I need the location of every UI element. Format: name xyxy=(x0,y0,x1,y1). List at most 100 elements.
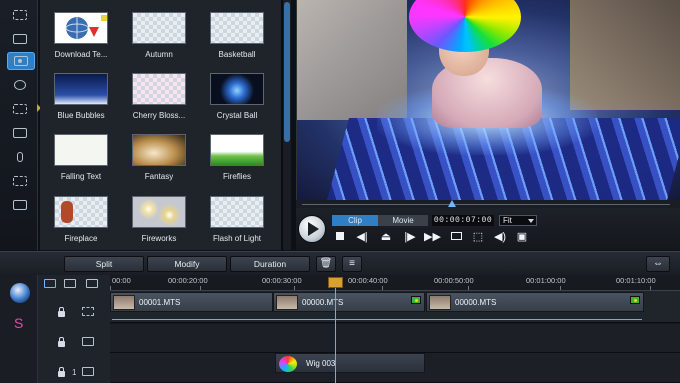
trim-icon: ⏏ xyxy=(380,231,392,243)
duration-button[interactable]: Duration xyxy=(230,256,310,272)
modify-button[interactable]: Modify xyxy=(147,256,227,272)
library-scrollbar[interactable] xyxy=(282,0,291,250)
library-item-label: Basketball xyxy=(218,50,256,59)
delete-button[interactable]: 🗑 xyxy=(316,256,336,272)
fast-forward-button[interactable]: ▶▶ xyxy=(424,231,441,244)
library-item-label: Fantasy xyxy=(144,172,174,181)
library-item-label: Falling Text xyxy=(60,172,102,181)
library-item[interactable]: Autumn xyxy=(128,12,190,59)
overlay-track-icon xyxy=(82,367,94,376)
library-item[interactable]: Cherry Bloss... xyxy=(128,73,190,120)
enlarge-icon: ⬚ xyxy=(472,231,484,243)
track-manager-icon[interactable] xyxy=(86,279,98,288)
effects-icon xyxy=(14,56,28,66)
s-curve-icon[interactable]: S xyxy=(14,315,23,331)
split-button[interactable]: Split xyxy=(64,256,144,272)
library-item-label: Crystal Ball xyxy=(216,111,258,120)
snapshot-button[interactable] xyxy=(448,231,464,244)
previous-frame-icon: ◀| xyxy=(356,231,368,243)
next-frame-button[interactable]: |▶ xyxy=(402,231,418,244)
library-item-label: Flash of Light xyxy=(212,234,262,243)
library-item[interactable]: Falling Text xyxy=(50,134,112,181)
ruler-label: 00:00:40:00 xyxy=(348,276,388,285)
brazil-flag-icon xyxy=(411,296,421,304)
video-clip[interactable]: 00001.MTS xyxy=(110,292,273,312)
clip-thumbnail xyxy=(429,295,451,310)
library-thumbnail xyxy=(54,196,108,228)
timeline-fit-button[interactable]: ⇔ xyxy=(646,256,670,272)
trim-button[interactable]: ⏏ xyxy=(376,231,396,244)
movie-mode-tab[interactable]: Movie xyxy=(378,215,428,226)
edit-list-button[interactable]: ≡ xyxy=(342,256,362,272)
clip-name: 00001.MTS xyxy=(139,298,181,307)
subtitle-tool-button[interactable] xyxy=(9,196,31,214)
effects-tool-button[interactable] xyxy=(7,52,35,70)
timeline-ruler[interactable]: 00:00 00:00:20:00 00:00:30:00 00:00:40:0… xyxy=(110,275,680,291)
next-frame-icon: |▶ xyxy=(404,231,416,243)
lock-icon[interactable] xyxy=(58,367,65,377)
zoom-select[interactable]: Fit xyxy=(499,215,537,226)
fx-tool-button[interactable] xyxy=(9,124,31,142)
volume-icon: ◀) xyxy=(493,231,507,243)
capture-tool-button[interactable] xyxy=(9,6,31,24)
lock-icon[interactable] xyxy=(58,307,65,317)
preview-scrubber[interactable] xyxy=(296,200,680,208)
library-item[interactable]: Basketball xyxy=(206,12,268,59)
playhead[interactable] xyxy=(335,277,336,383)
media-tool-button[interactable] xyxy=(9,30,31,48)
library-item-label: Download Te... xyxy=(54,50,108,59)
ruler-label: 00:00:50:00 xyxy=(434,276,474,285)
play-button[interactable] xyxy=(298,215,326,243)
effect-clip[interactable]: Wig 003 xyxy=(275,353,425,373)
transition-tool-button[interactable] xyxy=(9,100,31,118)
previous-frame-button[interactable]: ◀| xyxy=(354,231,370,244)
library-thumbnail xyxy=(132,12,186,44)
volume-button[interactable]: ◀) xyxy=(492,231,508,244)
overlay-track[interactable] xyxy=(110,324,680,353)
stop-button[interactable] xyxy=(332,231,348,244)
fx-icon xyxy=(13,128,27,138)
library-item[interactable]: Blue Bubbles xyxy=(50,73,112,120)
library-item[interactable]: Fireflies xyxy=(206,134,268,181)
audio-tool-button[interactable] xyxy=(9,148,31,166)
fireplace-icon xyxy=(61,201,73,223)
library-thumbnail xyxy=(132,134,186,166)
library-item[interactable]: Fireworks xyxy=(128,196,190,243)
chapter-tool-button[interactable] xyxy=(9,172,31,190)
enlarge-button[interactable]: ⬚ xyxy=(470,231,486,244)
library-thumbnail xyxy=(54,12,108,44)
magic-wand-icon[interactable] xyxy=(10,283,30,303)
media-icon xyxy=(13,34,27,44)
library-item[interactable]: Flash of Light xyxy=(206,196,268,243)
library-scroll-thumb[interactable] xyxy=(284,2,290,142)
video-track[interactable]: 00001.MTS 00000.MTS 00000.MTS xyxy=(110,291,680,323)
video-clip[interactable]: 00000.MTS xyxy=(426,292,644,312)
title-tool-button[interactable] xyxy=(9,76,31,94)
storyboard-view-icon[interactable] xyxy=(44,279,56,288)
preview-window xyxy=(296,0,680,200)
overlay-track[interactable]: Wig 003 xyxy=(110,353,680,383)
layout-button[interactable]: ▣ xyxy=(514,231,530,244)
rainbow-wig-overlay xyxy=(409,0,521,52)
scrubber-handle-icon[interactable] xyxy=(448,200,456,207)
clip-name: 00000.MTS xyxy=(455,298,497,307)
effects-library: Download Te... Autumn Basketball Blue Bu… xyxy=(40,0,282,250)
library-item[interactable]: Crystal Ball xyxy=(206,73,268,120)
library-item-label: Cherry Bloss... xyxy=(132,111,186,120)
library-item-label: Autumn xyxy=(145,50,173,59)
timeline-tracks: 00001.MTS 00000.MTS 00000.MTS Wig 003 xyxy=(110,291,680,383)
timeline-view-icon[interactable] xyxy=(64,279,76,288)
microphone-icon xyxy=(17,152,23,162)
library-item[interactable]: Download Te... xyxy=(50,12,112,59)
ruler-tick xyxy=(560,286,561,290)
library-item[interactable]: Fantasy xyxy=(128,134,190,181)
timecode-display[interactable]: 00:00:07:00 xyxy=(432,215,494,226)
video-clip[interactable]: 00000.MTS xyxy=(273,292,425,312)
lock-icon[interactable] xyxy=(58,337,65,347)
clip-mode-tab[interactable]: Clip xyxy=(332,215,378,226)
audio-level-line[interactable] xyxy=(112,319,642,320)
layout-icon: ▣ xyxy=(516,231,528,243)
playhead-handle-icon[interactable] xyxy=(328,277,343,288)
library-item[interactable]: Fireplace xyxy=(50,196,112,243)
film-icon xyxy=(13,10,27,20)
